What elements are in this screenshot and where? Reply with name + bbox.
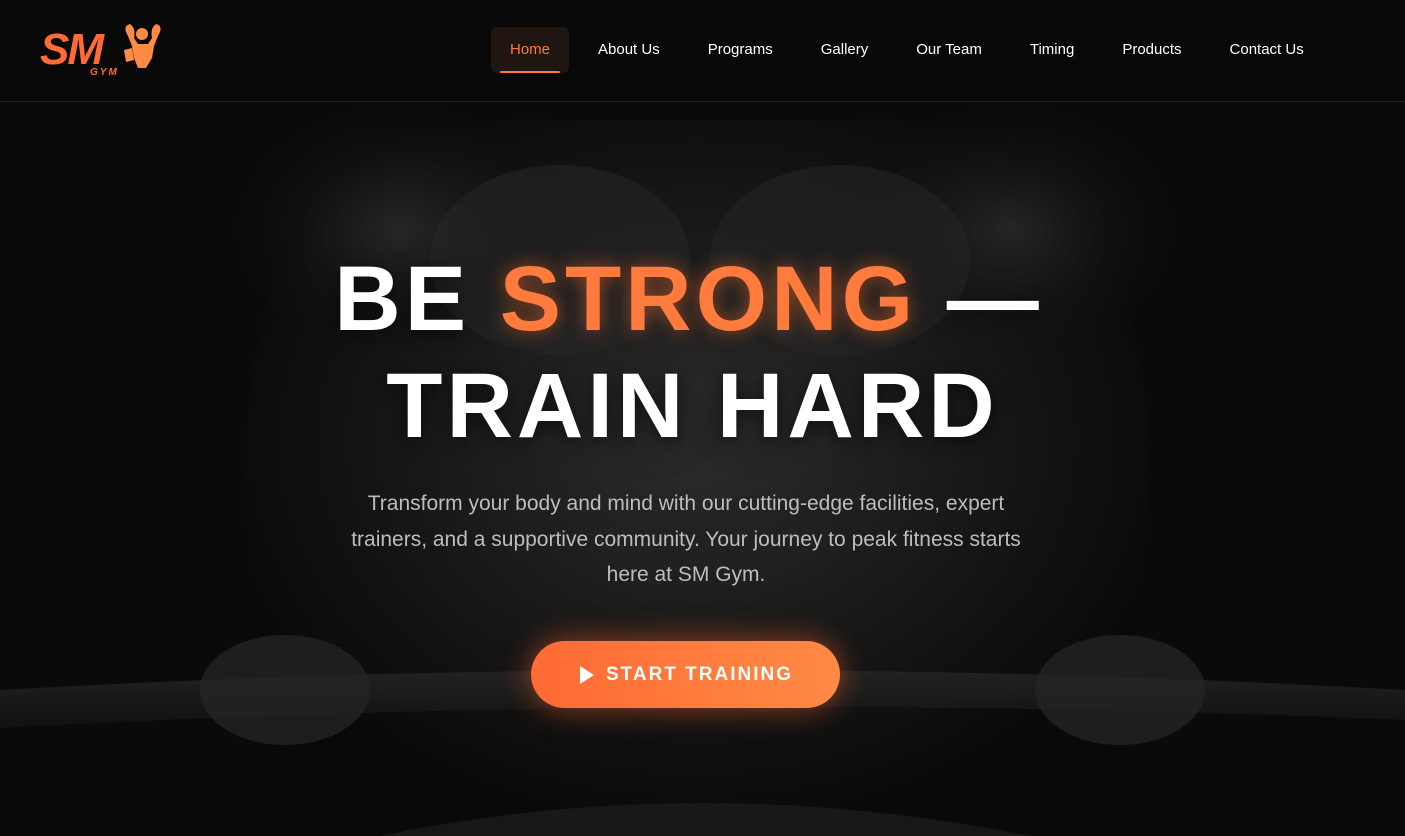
hero-headline-line2: TRAIN HARD <box>386 355 999 457</box>
hero-headline-line1: BE STRONG — <box>0 245 1377 353</box>
headline-part2: — <box>917 248 1043 350</box>
nav-item-timing[interactable]: Timing <box>1011 27 1093 73</box>
headline-part1: BE <box>334 248 500 350</box>
logo-icon[interactable]: SM GYM <box>40 20 170 78</box>
nav-item-home[interactable]: Home <box>491 27 570 73</box>
start-training-label: START TRAINING <box>605 663 794 685</box>
play-icon <box>579 665 594 684</box>
nav-item-contact-us[interactable]: Contact Us <box>1211 27 1323 73</box>
headline-accent: STRONG <box>499 248 918 350</box>
logo-subtext: GYM <box>90 67 119 78</box>
landing-page: SM GYM Home About Us Programs Gallery Ou… <box>0 0 1405 836</box>
nav-item-programs[interactable]: Programs <box>689 27 792 73</box>
nav-item-our-team[interactable]: Our Team <box>897 27 1001 73</box>
hero-section: BE STRONG — TRAIN HARD Transform your bo… <box>0 0 1405 836</box>
start-training-button[interactable]: START TRAINING <box>531 641 840 708</box>
site-header: SM GYM Home About Us Programs Gallery Ou… <box>0 0 1405 102</box>
main-nav: Home About Us Programs Gallery Our Team … <box>491 27 1333 73</box>
nav-item-about-us[interactable]: About Us <box>579 27 679 73</box>
nav-item-gallery[interactable]: Gallery <box>802 27 888 73</box>
flexing-bodybuilder-icon <box>124 24 161 68</box>
nav-item-products[interactable]: Products <box>1103 27 1200 73</box>
hero-subtitle: Transform your body and mind with our cu… <box>351 492 1021 586</box>
